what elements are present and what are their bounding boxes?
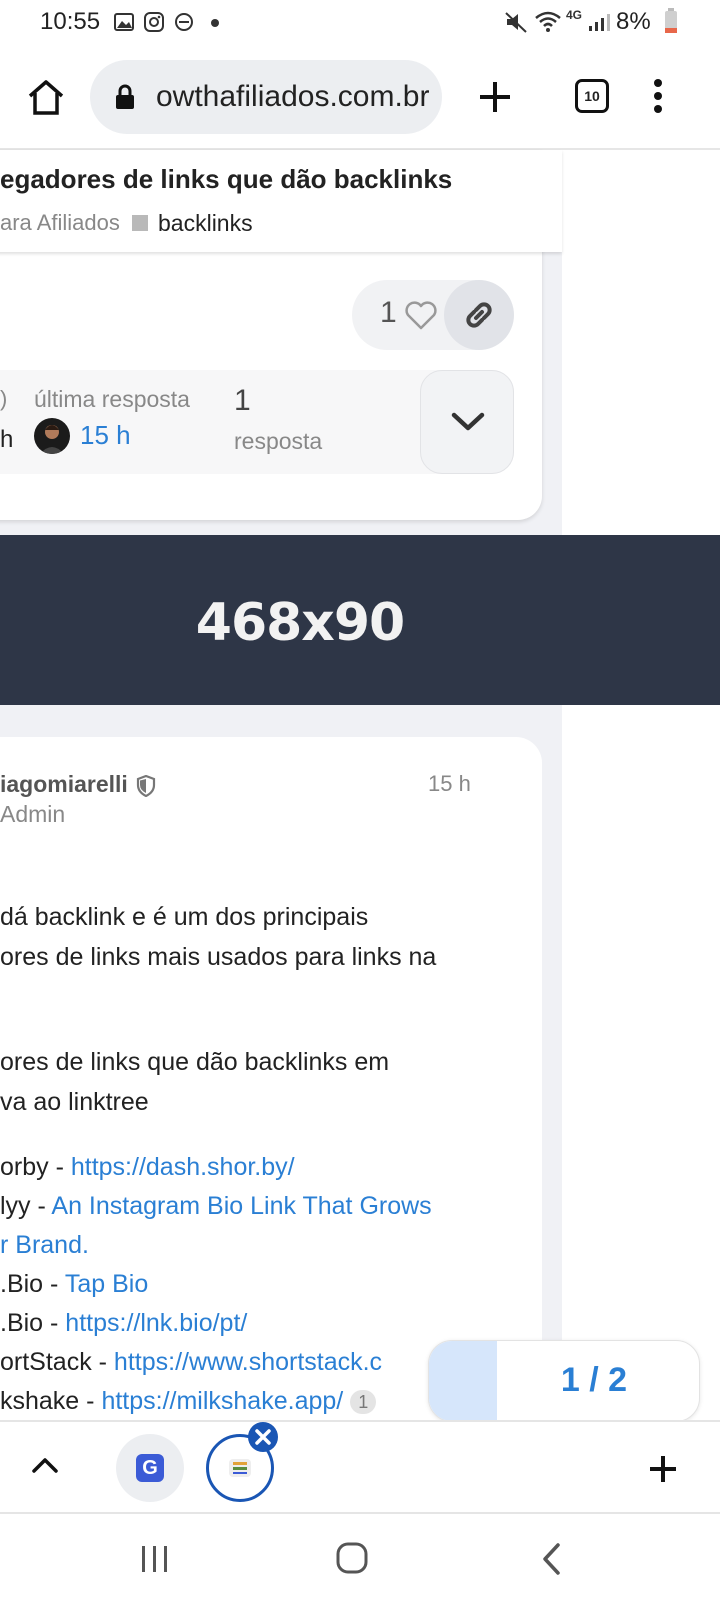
list-item: .Bio - https://lnk.bio/pt/ [0,1303,247,1343]
list-item-prefix: orby - [0,1153,71,1181]
tab-switcher-button[interactable]: 10 [575,79,609,113]
list-item-prefix: lyy - [0,1192,52,1220]
topic-header: egadores de links que dão backlinks ara … [0,150,562,252]
list-item: .Bio - Tap Bio [0,1264,148,1304]
list-item-link[interactable]: https://www.shortstack.c [114,1348,382,1376]
share-link-button[interactable] [444,280,514,350]
ad-banner[interactable]: 468x90 [0,535,720,705]
lock-icon[interactable] [114,84,136,110]
home-button-icon[interactable] [336,1542,368,1574]
new-tab-icon[interactable] [478,80,512,114]
post-paragraph-line: va ao linktree [0,1088,149,1116]
chevron-down-icon[interactable] [451,411,485,433]
shield-icon [136,775,156,797]
list-item-prefix: .Bio - [0,1270,65,1298]
list-item-link[interactable]: https://dash.shor.by/ [71,1153,295,1181]
last-reply-time[interactable]: 15 h [80,420,131,451]
replies-label: resposta [234,428,323,454]
post-card: iagomiarelli Admin 15 h dá backlink e é … [0,737,542,1437]
list-item-link[interactable]: https://milkshake.app/ [101,1387,343,1415]
click-count-badge: 1 [350,1390,377,1415]
url-text[interactable]: owthafiliados.com.br [156,80,429,114]
list-item: r Brand. [0,1225,89,1265]
tag-square-icon [132,215,148,231]
post-paragraph-line: dá backlink e é um dos principais [0,903,369,931]
list-item-link[interactable]: https://lnk.bio/pt/ [65,1309,247,1337]
tab-group-bar: G [0,1420,720,1512]
mute-icon [505,12,527,33]
avatar[interactable] [34,418,70,454]
more-menu-icon[interactable] [652,78,664,114]
battery-percent: 8% [616,8,651,35]
list-item: ortStack - https://www.shortstack.c [0,1342,382,1382]
close-tab-button[interactable] [248,1422,278,1452]
like-count: 1 [380,296,397,329]
do-not-disturb-icon [175,13,193,31]
address-bar[interactable]: owthafiliados.com.br [90,60,442,134]
list-item-link[interactable]: An Instagram Bio Link That Grows [51,1192,431,1220]
list-item-prefix: .Bio - [0,1309,66,1337]
avatar-face-icon [40,425,64,454]
replies-count: 1 [234,384,251,417]
category-link[interactable]: ara Afiliados [0,210,120,236]
notification-dot-icon [211,19,219,27]
site-favicon-icon [229,1459,251,1477]
post-paragraph-line: ores de links que dão backlinks em [0,1048,390,1076]
status-time: 10:55 [40,8,101,35]
chevron-up-icon[interactable] [30,1454,60,1476]
list-item-prefix: kshake - [0,1387,102,1415]
tab-google[interactable]: G [116,1434,184,1502]
add-tab-icon[interactable] [648,1454,678,1484]
list-item-prefix: ortStack - [0,1348,114,1376]
list-item: lyy - An Instagram Bio Link That Grows [0,1186,432,1226]
signal-icon [589,14,610,31]
home-icon[interactable] [26,78,66,116]
network-type: 4G [566,8,583,22]
progress-fill [429,1341,497,1421]
battery-icon [665,8,677,33]
google-icon: G [136,1454,164,1482]
gallery-icon [114,13,134,31]
recent-apps-icon[interactable] [140,1544,170,1574]
link-icon[interactable] [463,299,495,331]
topic-title[interactable]: egadores de links que dão backlinks [0,164,452,195]
list-item-link[interactable]: r Brand. [0,1231,89,1259]
post-progress-indicator[interactable]: 1 / 2 [428,1340,700,1422]
post-author[interactable]: iagomiarelli [0,771,128,798]
ad-placeholder-text: 468x90 [195,593,405,653]
wifi-icon [535,11,561,32]
list-item: kshake - https://milkshake.app/ 1 [0,1381,377,1421]
expand-button[interactable] [420,370,514,474]
stat-fragment-2: h [0,426,14,453]
post-paragraph-line: ores de links mais usados para links na [0,943,437,971]
close-icon[interactable] [248,1422,278,1452]
last-reply-label: última resposta [34,386,190,412]
stat-fragment: ) [0,386,8,411]
list-item-link[interactable]: Tap Bio [65,1270,148,1298]
progress-text: 1 / 2 [560,1361,628,1399]
browser-toolbar: owthafiliados.com.br 10 [0,46,720,150]
list-item: orby - https://dash.shor.by/ [0,1147,295,1187]
system-nav-bar [0,1512,720,1600]
post-author-role: Admin [0,801,66,827]
instagram-icon [144,12,164,32]
back-icon[interactable] [540,1542,562,1576]
status-bar: 10:55 4G 8% [0,0,720,46]
tag-link[interactable]: backlinks [158,210,253,237]
heart-icon[interactable] [404,300,438,330]
topic-stats: ) h última resposta 15 h 1 resposta [0,370,514,474]
post-time[interactable]: 15 h [428,771,471,797]
